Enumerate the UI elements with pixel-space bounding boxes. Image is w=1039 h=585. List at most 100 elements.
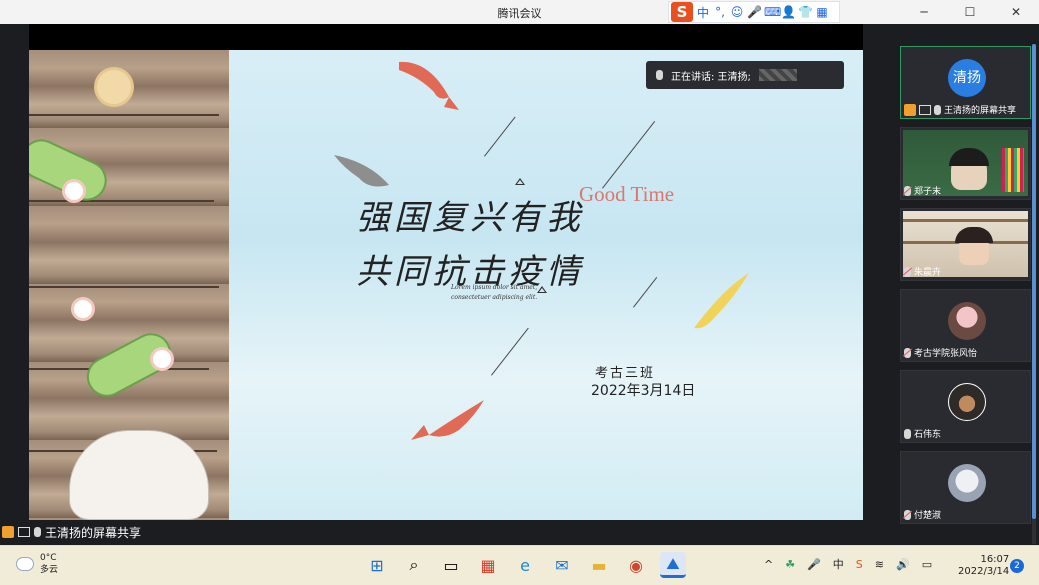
participant-tile[interactable]: 石伟东 <box>900 370 1031 443</box>
flower-illustration <box>74 300 92 318</box>
file-explorer-icon[interactable]: ▬ <box>586 552 612 578</box>
mic-icon <box>656 70 663 80</box>
tea-cup-illustration <box>97 70 131 104</box>
participant-tile[interactable]: 考古学院张风怡 <box>900 289 1031 362</box>
start-icon[interactable]: ⊞ <box>364 552 390 578</box>
sogou-tray-icon[interactable]: S <box>856 558 863 571</box>
participant-panel: 清扬 王清扬的屏幕共享 郑子末 朱晨卉 考古学院张风怡 石伟东 付楚淑 <box>863 24 1039 544</box>
participant-name: 付楚淑 <box>914 511 942 521</box>
host-icon <box>2 526 14 538</box>
avatar: 清扬 <box>948 59 986 97</box>
volume-icon[interactable]: 🔊 <box>896 558 910 571</box>
close-button[interactable]: ✕ <box>993 0 1039 24</box>
avatar <box>948 383 986 421</box>
mail-icon[interactable]: ✉ <box>549 552 575 578</box>
mic-muted-icon <box>904 185 911 196</box>
participant-tile[interactable]: 付楚淑 <box>900 451 1031 524</box>
avatar <box>948 464 986 502</box>
slide-date: 2022年3月14日 <box>591 383 696 399</box>
ime-user-icon[interactable]: 👤 <box>781 5 796 19</box>
battery-icon[interactable]: ▭ <box>922 558 932 571</box>
tencent-meeting-icon[interactable]: ⛰ <box>660 552 686 578</box>
triangle-decoration <box>515 178 525 185</box>
weather-widget[interactable]: 0°C 多云 <box>16 552 58 576</box>
screen-share-label: 王清扬的屏幕共享 <box>45 525 142 540</box>
avatar <box>948 302 986 340</box>
participant-name-bar: 石伟东 <box>901 425 941 442</box>
panel-scrollbar-thumb[interactable] <box>1032 44 1036 519</box>
yellow-fish-illustration <box>694 273 749 329</box>
participant-name-bar: 王清扬的屏幕共享 <box>901 101 1016 118</box>
weather-temp: 0°C <box>40 553 57 563</box>
participant-name-bar: 考古学院张风怡 <box>901 344 977 361</box>
host-icon <box>904 103 916 116</box>
ime-punctuation-icon[interactable]: °, <box>713 5 727 19</box>
lorem-text: Lorem ipsum dolor sit amet, consectetuer… <box>451 284 538 301</box>
wechat-icon[interactable]: ☘ <box>785 558 795 571</box>
participant-name: 考古学院张风怡 <box>914 349 978 359</box>
mic-tray-icon[interactable]: 🎤 <box>807 558 821 571</box>
minimize-button[interactable]: ─ <box>901 0 947 24</box>
ime-toolbox-icon[interactable]: ▦ <box>815 5 829 19</box>
participant-name-bar: 郑子末 <box>901 182 941 199</box>
flower-illustration <box>65 182 83 200</box>
koi-fish-illustration <box>411 400 484 440</box>
maximize-button[interactable]: ☐ <box>947 0 993 24</box>
speaking-indicator: 正在讲话: 王清扬; <box>646 61 844 89</box>
participant-tile[interactable]: 朱晨卉 <box>900 208 1031 281</box>
speaker-avatars <box>758 69 797 81</box>
taskbar-apps: ⊞ ⌕ ▭ ▦ e ✉ ▬ ◉ ⛰ <box>364 552 686 578</box>
participant-name-bar: 付楚淑 <box>901 506 941 523</box>
left-margin <box>0 24 29 544</box>
class-name: 考古三班 <box>595 366 656 381</box>
clock-date: 2022/3/14 <box>958 566 1010 577</box>
system-tray: ^ ☘ 🎤 中 S ≋ 🔊 ▭ <box>764 556 932 572</box>
ime-emoji-icon[interactable]: ☺ <box>730 5 744 19</box>
presentation-slide: 强国复兴有我 共同抗击疫情 Good Time Lorem ipsum dolo… <box>29 50 863 520</box>
ime-skin-icon[interactable]: 👕 <box>798 5 813 19</box>
cloud-icon <box>16 557 34 571</box>
ime-chinese-mode[interactable]: 中 <box>696 4 710 21</box>
search-icon[interactable]: ⌕ <box>401 552 427 578</box>
flower-illustration <box>153 350 171 368</box>
koi-fish-illustration <box>399 61 459 110</box>
mic-icon <box>34 527 41 537</box>
participant-name-bar: 朱晨卉 <box>901 263 941 280</box>
participant-name: 朱晨卉 <box>914 268 942 278</box>
task-view-icon[interactable]: ▭ <box>438 552 464 578</box>
participant-tile[interactable]: 清扬 王清扬的屏幕共享 <box>900 46 1031 119</box>
store-icon[interactable]: ▦ <box>475 552 501 578</box>
mic-icon <box>904 428 911 439</box>
taskbar: 0°C 多云 ⊞ ⌕ ▭ ▦ e ✉ ▬ ◉ ⛰ ^ ☘ 🎤 中 S ≋ 🔊 ▭… <box>0 545 1039 585</box>
screen-share-icon <box>919 104 931 115</box>
cat-illustration <box>69 430 209 520</box>
clock-time: 16:07 <box>980 554 1010 565</box>
ime-toolbar[interactable]: S 中 °, ☺ 🎤 ⌨ 👤 👕 ▦ <box>668 1 840 23</box>
screen-share-bar: 王清扬的屏幕共享 <box>0 520 863 544</box>
ime-mode-icon[interactable]: 中 <box>833 556 844 572</box>
speaking-label: 正在讲话: 王清扬; <box>671 71 751 83</box>
mic-muted-icon <box>904 347 911 358</box>
good-time-text: Good Time <box>579 182 675 206</box>
shared-screen: 强国复兴有我 共同抗击疫情 Good Time Lorem ipsum dolo… <box>29 24 863 520</box>
window-controls: ─ ☐ ✕ <box>901 0 1039 24</box>
participant-name: 王清扬的屏幕共享 <box>944 106 1017 116</box>
chevron-up-icon[interactable]: ^ <box>764 558 773 571</box>
clock[interactable]: 16:07 2022/3/14 <box>958 554 1009 578</box>
screen-share-icon <box>18 527 30 537</box>
participant-tile[interactable]: 郑子末 <box>900 127 1031 200</box>
wifi-icon[interactable]: ≋ <box>875 558 884 571</box>
notification-badge[interactable]: 2 <box>1010 559 1024 573</box>
weather-desc: 多云 <box>40 565 59 575</box>
mic-muted-icon <box>904 266 911 277</box>
ime-voice-icon[interactable]: 🎤 <box>747 5 762 19</box>
participant-name: 郑子末 <box>914 187 942 197</box>
chrome-icon[interactable]: ◉ <box>623 552 649 578</box>
edge-icon[interactable]: e <box>512 552 538 578</box>
ime-keyboard-icon[interactable]: ⌨ <box>764 5 781 19</box>
mic-icon <box>934 104 941 115</box>
sogou-logo-icon[interactable]: S <box>671 2 693 22</box>
window-title: 腾讯会议 <box>497 7 542 20</box>
mic-muted-icon <box>904 509 911 520</box>
participant-name: 石伟东 <box>914 430 942 440</box>
